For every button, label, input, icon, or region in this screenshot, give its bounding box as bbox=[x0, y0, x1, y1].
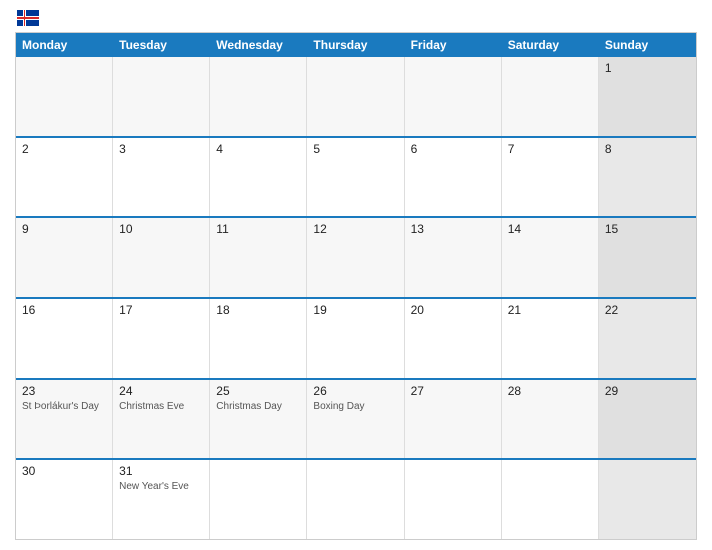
calendar-cell: 24 Christmas Eve bbox=[113, 380, 210, 459]
calendar-weekday-header: MondayTuesdayWednesdayThursdayFridaySatu… bbox=[16, 33, 696, 57]
day-number: 20 bbox=[411, 303, 495, 317]
calendar-week-row: 9 10 11 12 13 14 15 bbox=[16, 216, 696, 297]
calendar-cell: 28 bbox=[502, 380, 599, 459]
calendar-cell: 19 bbox=[307, 299, 404, 378]
weekday-header-monday: Monday bbox=[16, 33, 113, 57]
day-number: 9 bbox=[22, 222, 106, 236]
calendar-cell: 5 bbox=[307, 138, 404, 217]
day-number: 28 bbox=[508, 384, 592, 398]
day-number: 1 bbox=[605, 61, 690, 75]
calendar-week-row: 30 31 New Year's Eve bbox=[16, 458, 696, 539]
weekday-header-wednesday: Wednesday bbox=[210, 33, 307, 57]
calendar-week-row: 1 bbox=[16, 57, 696, 136]
logo bbox=[15, 10, 39, 26]
calendar-cell: 18 bbox=[210, 299, 307, 378]
day-number: 27 bbox=[411, 384, 495, 398]
calendar-cell bbox=[210, 460, 307, 539]
day-number: 19 bbox=[313, 303, 397, 317]
calendar-cell bbox=[502, 57, 599, 136]
calendar-cell bbox=[502, 460, 599, 539]
weekday-header-sunday: Sunday bbox=[599, 33, 696, 57]
calendar-cell: 12 bbox=[307, 218, 404, 297]
day-number: 5 bbox=[313, 142, 397, 156]
calendar-week-row: 16 17 18 19 20 21 22 bbox=[16, 297, 696, 378]
calendar-cell: 26 Boxing Day bbox=[307, 380, 404, 459]
calendar-cell: 21 bbox=[502, 299, 599, 378]
calendar-cell: 31 New Year's Eve bbox=[113, 460, 210, 539]
day-number: 2 bbox=[22, 142, 106, 156]
calendar-header bbox=[15, 10, 697, 26]
calendar-cell: 9 bbox=[16, 218, 113, 297]
weekday-header-friday: Friday bbox=[405, 33, 502, 57]
calendar-cell: 11 bbox=[210, 218, 307, 297]
day-number: 22 bbox=[605, 303, 690, 317]
calendar-cell: 20 bbox=[405, 299, 502, 378]
day-number: 17 bbox=[119, 303, 203, 317]
calendar-cell: 22 bbox=[599, 299, 696, 378]
day-number: 8 bbox=[605, 142, 690, 156]
day-number: 6 bbox=[411, 142, 495, 156]
calendar-cell: 30 bbox=[16, 460, 113, 539]
calendar-cell: 23 St Þorlákur's Day bbox=[16, 380, 113, 459]
calendar: MondayTuesdayWednesdayThursdayFridaySatu… bbox=[15, 32, 697, 540]
calendar-cell: 4 bbox=[210, 138, 307, 217]
calendar-week-row: 23 St Þorlákur's Day 24 Christmas Eve 25 Chri… bbox=[16, 378, 696, 459]
calendar-cell: 2 bbox=[16, 138, 113, 217]
page: MondayTuesdayWednesdayThursdayFridaySatu… bbox=[0, 0, 712, 550]
day-number: 25 bbox=[216, 384, 300, 398]
day-number: 16 bbox=[22, 303, 106, 317]
weekday-header-thursday: Thursday bbox=[307, 33, 404, 57]
calendar-cell bbox=[210, 57, 307, 136]
calendar-cell bbox=[113, 57, 210, 136]
calendar-cell: 6 bbox=[405, 138, 502, 217]
weekday-header-tuesday: Tuesday bbox=[113, 33, 210, 57]
calendar-cell bbox=[405, 460, 502, 539]
day-number: 11 bbox=[216, 222, 300, 236]
calendar-cell: 14 bbox=[502, 218, 599, 297]
day-number: 10 bbox=[119, 222, 203, 236]
calendar-event: St Þorlákur's Day bbox=[22, 400, 106, 413]
calendar-event: Christmas Day bbox=[216, 400, 300, 413]
calendar-event: Christmas Eve bbox=[119, 400, 203, 413]
day-number: 7 bbox=[508, 142, 592, 156]
day-number: 29 bbox=[605, 384, 690, 398]
day-number: 30 bbox=[22, 464, 106, 478]
calendar-cell bbox=[307, 460, 404, 539]
day-number: 3 bbox=[119, 142, 203, 156]
calendar-cell: 27 bbox=[405, 380, 502, 459]
calendar-cell: 10 bbox=[113, 218, 210, 297]
day-number: 14 bbox=[508, 222, 592, 236]
calendar-cell: 15 bbox=[599, 218, 696, 297]
calendar-cell: 17 bbox=[113, 299, 210, 378]
calendar-cell: 13 bbox=[405, 218, 502, 297]
calendar-cell: 29 bbox=[599, 380, 696, 459]
calendar-cell bbox=[16, 57, 113, 136]
calendar-event: Boxing Day bbox=[313, 400, 397, 413]
calendar-cell bbox=[307, 57, 404, 136]
calendar-cell bbox=[405, 57, 502, 136]
weekday-header-saturday: Saturday bbox=[502, 33, 599, 57]
calendar-cell: 7 bbox=[502, 138, 599, 217]
day-number: 12 bbox=[313, 222, 397, 236]
calendar-body: 1234567891011121314151617181920212223St … bbox=[16, 57, 696, 539]
flag-icon bbox=[17, 10, 39, 26]
calendar-cell: 16 bbox=[16, 299, 113, 378]
calendar-event: New Year's Eve bbox=[119, 480, 203, 493]
day-number: 15 bbox=[605, 222, 690, 236]
calendar-cell: 8 bbox=[599, 138, 696, 217]
day-number: 26 bbox=[313, 384, 397, 398]
day-number: 21 bbox=[508, 303, 592, 317]
calendar-cell: 1 bbox=[599, 57, 696, 136]
calendar-cell bbox=[599, 460, 696, 539]
day-number: 31 bbox=[119, 464, 203, 478]
day-number: 23 bbox=[22, 384, 106, 398]
day-number: 24 bbox=[119, 384, 203, 398]
day-number: 13 bbox=[411, 222, 495, 236]
calendar-week-row: 2345678 bbox=[16, 136, 696, 217]
calendar-cell: 3 bbox=[113, 138, 210, 217]
day-number: 4 bbox=[216, 142, 300, 156]
calendar-cell: 25 Christmas Day bbox=[210, 380, 307, 459]
day-number: 18 bbox=[216, 303, 300, 317]
